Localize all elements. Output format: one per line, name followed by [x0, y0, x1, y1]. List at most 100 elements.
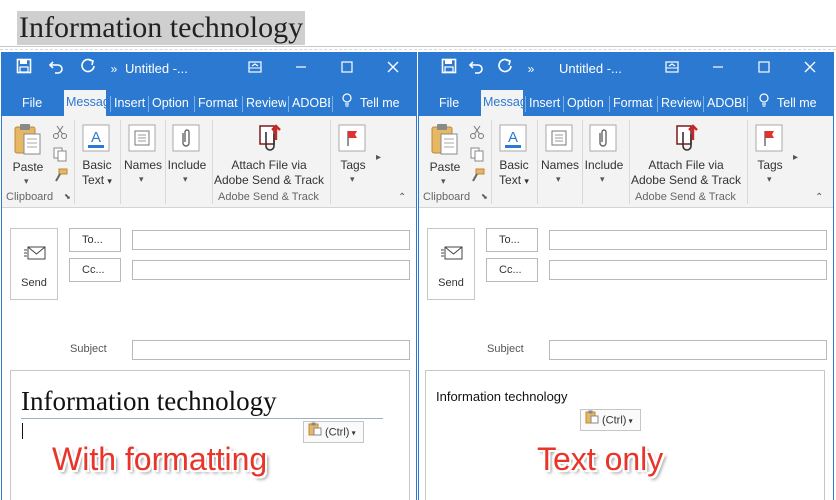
message-body[interactable]: Information technology (Ctrl) ▾	[10, 370, 410, 500]
clipboard-paste-icon[interactable]	[429, 122, 461, 156]
save-icon[interactable]	[437, 52, 461, 86]
attach-file-label-1[interactable]: Attach File via	[629, 158, 743, 173]
tab-options[interactable]: Option	[567, 91, 607, 116]
chevron-down-icon[interactable]: ▾	[350, 174, 355, 185]
close-icon[interactable]	[787, 52, 833, 86]
tab-file[interactable]: File	[22, 91, 52, 116]
tab-review[interactable]: Review	[661, 91, 701, 116]
dialog-launcher-icon[interactable]: ⬊	[481, 192, 488, 201]
more-commands-icon[interactable]: »	[523, 52, 539, 86]
flag-icon[interactable]	[338, 124, 366, 152]
paste-options-button[interactable]: (Ctrl) ▾	[580, 409, 641, 431]
subject-input[interactable]	[132, 340, 410, 360]
flag-icon[interactable]	[755, 124, 783, 152]
more-commands-icon[interactable]: »	[106, 52, 122, 86]
clipboard-paste-icon[interactable]	[12, 122, 44, 156]
subject-input[interactable]	[549, 340, 827, 360]
chevron-down-icon[interactable]: ▾	[600, 174, 605, 185]
to-button[interactable]: To...	[69, 228, 121, 252]
tab-options[interactable]: Option	[152, 91, 192, 116]
redo-icon[interactable]	[76, 52, 100, 86]
adobe-attach-icon[interactable]	[671, 122, 701, 156]
title-bar: » Untitled -...	[2, 52, 416, 86]
attach-file-label-2[interactable]: Adobe Send & Track	[629, 173, 743, 188]
cc-button[interactable]: Cc...	[69, 258, 121, 282]
include-button-label[interactable]: Include	[165, 158, 209, 173]
include-button-label[interactable]: Include	[582, 158, 626, 173]
copy-icon[interactable]	[469, 146, 485, 162]
tab-adobe[interactable]: ADOBE	[292, 91, 330, 116]
format-painter-icon[interactable]	[469, 168, 485, 184]
tab-file[interactable]: File	[439, 91, 469, 116]
attach-file-label-2[interactable]: Adobe Send & Track	[212, 173, 326, 188]
tab-message[interactable]: Messag	[64, 90, 106, 116]
basic-text-label-1[interactable]: Basic	[493, 158, 535, 173]
tell-me-search[interactable]: Tell me	[360, 91, 410, 116]
tab-format[interactable]: Format	[198, 91, 240, 116]
format-painter-icon[interactable]	[52, 168, 68, 184]
basic-text-label-1[interactable]: Basic	[76, 158, 118, 173]
dialog-launcher-icon[interactable]: ⬊	[64, 192, 71, 201]
paste-options-button[interactable]: (Ctrl) ▾	[303, 421, 364, 443]
font-color-icon[interactable]: A	[499, 124, 527, 152]
undo-icon[interactable]	[464, 52, 488, 86]
attach-file-label-1[interactable]: Attach File via	[212, 158, 326, 173]
ribbon-scroll-right-icon[interactable]: ▸	[376, 152, 381, 163]
paste-button-label[interactable]: Paste	[8, 160, 48, 175]
undo-icon[interactable]	[44, 52, 68, 86]
collapse-ribbon-icon[interactable]: ⌃	[815, 192, 823, 203]
names-button-label[interactable]: Names	[122, 158, 164, 173]
scissors-icon[interactable]	[469, 124, 485, 140]
chevron-down-icon[interactable]: ▾	[441, 176, 446, 187]
tell-me-search[interactable]: Tell me	[777, 91, 827, 116]
tab-insert[interactable]: Insert	[114, 91, 146, 116]
svg-text:A: A	[91, 129, 101, 146]
chevron-down-icon[interactable]: ▾	[767, 174, 772, 185]
cc-button[interactable]: Cc...	[486, 258, 538, 282]
tags-button-label[interactable]: Tags	[749, 158, 791, 173]
send-button[interactable]: Send	[427, 228, 475, 300]
redo-icon[interactable]	[493, 52, 517, 86]
to-input[interactable]	[549, 230, 827, 250]
to-button[interactable]: To...	[486, 228, 538, 252]
cc-input[interactable]	[132, 260, 410, 280]
paste-button-label[interactable]: Paste	[425, 160, 465, 175]
address-book-icon[interactable]	[545, 124, 573, 152]
basic-text-label-2[interactable]: Text ▾	[76, 173, 118, 189]
copy-icon[interactable]	[52, 146, 68, 162]
chevron-down-icon[interactable]: ▾	[556, 174, 561, 185]
ribbon-display-icon[interactable]	[232, 52, 278, 86]
ribbon-display-icon[interactable]	[649, 52, 695, 86]
maximize-icon[interactable]	[741, 52, 787, 86]
address-book-icon[interactable]	[128, 124, 156, 152]
message-body[interactable]: Information technology (Ctrl) ▾	[425, 370, 825, 500]
chevron-down-icon[interactable]: ▾	[24, 176, 29, 187]
adobe-attach-icon[interactable]	[254, 122, 284, 156]
maximize-icon[interactable]	[324, 52, 370, 86]
to-input[interactable]	[132, 230, 410, 250]
tab-format[interactable]: Format	[613, 91, 655, 116]
collapse-ribbon-icon[interactable]: ⌃	[398, 192, 406, 203]
tab-review[interactable]: Review	[246, 91, 286, 116]
send-button[interactable]: Send	[10, 228, 58, 300]
minimize-icon[interactable]	[695, 52, 741, 86]
group-separator	[74, 120, 75, 204]
cc-input[interactable]	[549, 260, 827, 280]
basic-text-label-2[interactable]: Text ▾	[493, 173, 535, 189]
close-icon[interactable]	[370, 52, 416, 86]
outlook-window-with-formatting: » Untitled -... File Messag Insert Optio…	[1, 52, 417, 500]
tags-button-label[interactable]: Tags	[332, 158, 374, 173]
tab-message[interactable]: Messag	[481, 90, 523, 116]
save-icon[interactable]	[12, 52, 36, 86]
names-button-label[interactable]: Names	[539, 158, 581, 173]
tab-insert[interactable]: Insert	[529, 91, 561, 116]
tab-adobe[interactable]: ADOBE	[707, 91, 745, 116]
paperclip-icon[interactable]	[589, 124, 617, 152]
font-color-icon[interactable]: A	[82, 124, 110, 152]
chevron-down-icon[interactable]: ▾	[183, 174, 188, 185]
ribbon-scroll-right-icon[interactable]: ▸	[793, 152, 798, 163]
paperclip-icon[interactable]	[172, 124, 200, 152]
chevron-down-icon[interactable]: ▾	[139, 174, 144, 185]
scissors-icon[interactable]	[52, 124, 68, 140]
minimize-icon[interactable]	[278, 52, 324, 86]
